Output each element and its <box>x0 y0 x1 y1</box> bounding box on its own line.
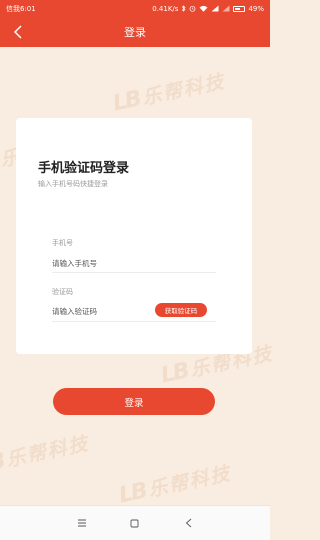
watermark-logo-bottom-left: LB乐帮科技 <box>0 432 92 479</box>
system-nav-bar <box>0 505 270 540</box>
status-indicators: 0.41K/s 49% <box>152 5 264 13</box>
phone-label: 手机号 <box>52 239 73 247</box>
status-carrier-time: 信我6:01 <box>6 4 36 13</box>
chevron-left-icon <box>13 25 22 39</box>
alarm-icon <box>190 5 196 12</box>
get-code-button[interactable]: 获取验证码 <box>155 303 207 317</box>
signal-icon-2 <box>222 5 230 12</box>
phone-input[interactable] <box>52 255 202 271</box>
page-title: 登录 <box>124 26 146 39</box>
code-divider <box>52 321 216 322</box>
menu-button[interactable] <box>73 514 91 532</box>
bluetooth-icon <box>182 5 186 12</box>
login-card-subtitle: 输入手机号码快捷登录 <box>38 180 108 188</box>
home-button[interactable] <box>126 514 144 532</box>
menu-icon <box>77 519 86 527</box>
back-triangle-icon <box>185 518 192 528</box>
login-button[interactable]: 登录 <box>53 388 215 415</box>
signal-icon <box>211 5 219 12</box>
wifi-icon <box>199 5 208 12</box>
phone-divider <box>52 272 216 273</box>
login-card-title: 手机验证码登录 <box>38 161 130 176</box>
battery-icon <box>233 5 246 12</box>
code-input[interactable] <box>52 303 147 319</box>
header-bar: 登录 <box>0 17 270 47</box>
back-system-button[interactable] <box>179 514 197 532</box>
battery-percent: 49% <box>248 4 264 13</box>
network-speed: 0.41K/s <box>152 4 179 13</box>
square-icon <box>131 519 139 527</box>
status-bar: 信我6:01 0.41K/s 49% <box>0 0 270 17</box>
code-label: 验证码 <box>52 288 73 296</box>
back-button[interactable] <box>6 20 30 44</box>
watermark-logo-top: LB乐帮科技 <box>110 70 228 117</box>
watermark-logo-bottom-right: LB乐帮科技 <box>116 462 234 509</box>
